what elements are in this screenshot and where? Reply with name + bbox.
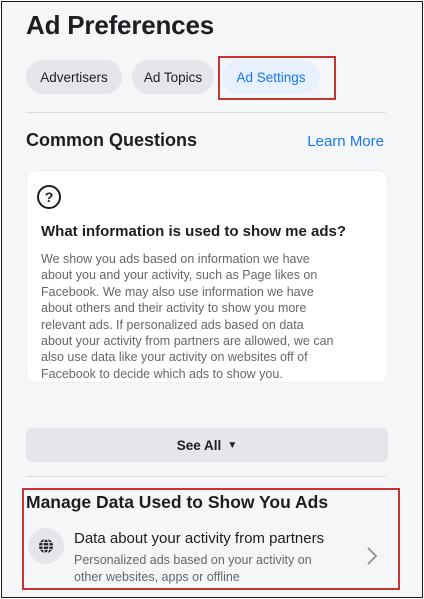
answer-line: Facebook. We may also use information we… xyxy=(41,284,314,299)
question-title: What information is used to show me ads? xyxy=(41,223,347,240)
ad-preferences-screen: Ad Preferences Advertisers Ad Topics Ad … xyxy=(1,1,423,598)
question-circle-icon: ? xyxy=(37,185,61,209)
divider xyxy=(26,476,386,477)
see-all-button[interactable]: See All ▼ xyxy=(26,428,388,462)
answer-line: about you and your activity, such as Pag… xyxy=(41,268,318,283)
highlight-box-manage-data xyxy=(22,488,400,590)
divider xyxy=(26,112,386,113)
answer-line: relevant ads. If personalized ads based … xyxy=(41,317,304,332)
question-answer: We show you ads based on information we … xyxy=(41,251,385,382)
learn-more-link[interactable]: Learn More xyxy=(307,133,384,150)
page-title: Ad Preferences xyxy=(26,10,214,40)
tab-advertisers[interactable]: Advertisers xyxy=(26,60,122,94)
answer-line: about others and their activity to show … xyxy=(41,301,307,316)
answer-line: about your activity from partners are al… xyxy=(41,334,334,349)
question-card: ? What information is used to show me ad… xyxy=(26,170,388,383)
tab-ad-topics[interactable]: Ad Topics xyxy=(132,60,214,94)
see-all-label: See All xyxy=(176,437,222,453)
highlight-box-ad-settings xyxy=(218,56,336,100)
answer-line: Facebook to decide which ads to show you… xyxy=(41,366,283,381)
answer-line: also use data like your activity on webs… xyxy=(41,350,308,365)
answer-line: We show you ads based on information we … xyxy=(41,252,310,266)
caret-down-icon: ▼ xyxy=(227,439,238,451)
common-questions-heading: Common Questions xyxy=(26,130,198,150)
